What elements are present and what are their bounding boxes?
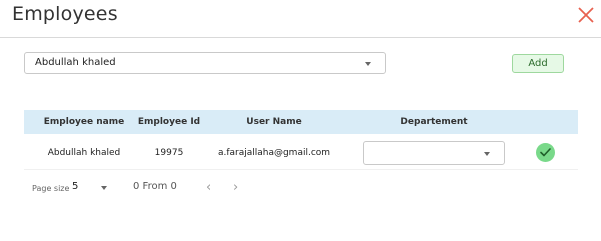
dialog-title: Employees [12,3,118,25]
cell-user-name: a.farajallaha@gmail.com [217,148,331,158]
header-user-name: User Name [246,117,302,127]
pager: Page size 5 0 From 0 ‹ › [0,180,601,196]
add-button[interactable]: Add [512,54,564,73]
header-divider [0,37,601,38]
employee-select[interactable]: Abdullah khaled [24,52,386,74]
chevron-down-icon [484,152,490,156]
chevron-down-icon [365,62,371,66]
check-icon[interactable] [536,143,555,162]
chevron-right-icon[interactable]: › [233,181,238,195]
chevron-left-icon[interactable]: ‹ [206,181,211,195]
page-size-label: Page size [32,184,70,193]
header-employee-name: Employee name [43,117,125,127]
employee-select-value: Abdullah khaled [35,57,116,68]
page-info: 0 From 0 [133,181,177,192]
department-select[interactable] [363,141,505,165]
header-employee-id: Employee Id [137,117,201,127]
cell-employee-name: Abdullah khaled [47,148,121,158]
table-row: Abdullah khaled 19975 a.farajallaha@gmai… [24,136,578,170]
chevron-down-icon [101,186,107,190]
close-icon[interactable] [575,4,597,26]
table-header: Employee name Employee Id User Name Depa… [24,110,578,134]
page-size-select[interactable]: 5 [72,180,110,194]
cell-employee-id: 19975 [154,148,184,158]
header-department: Departement [400,117,468,127]
page-size-value: 5 [72,181,79,192]
